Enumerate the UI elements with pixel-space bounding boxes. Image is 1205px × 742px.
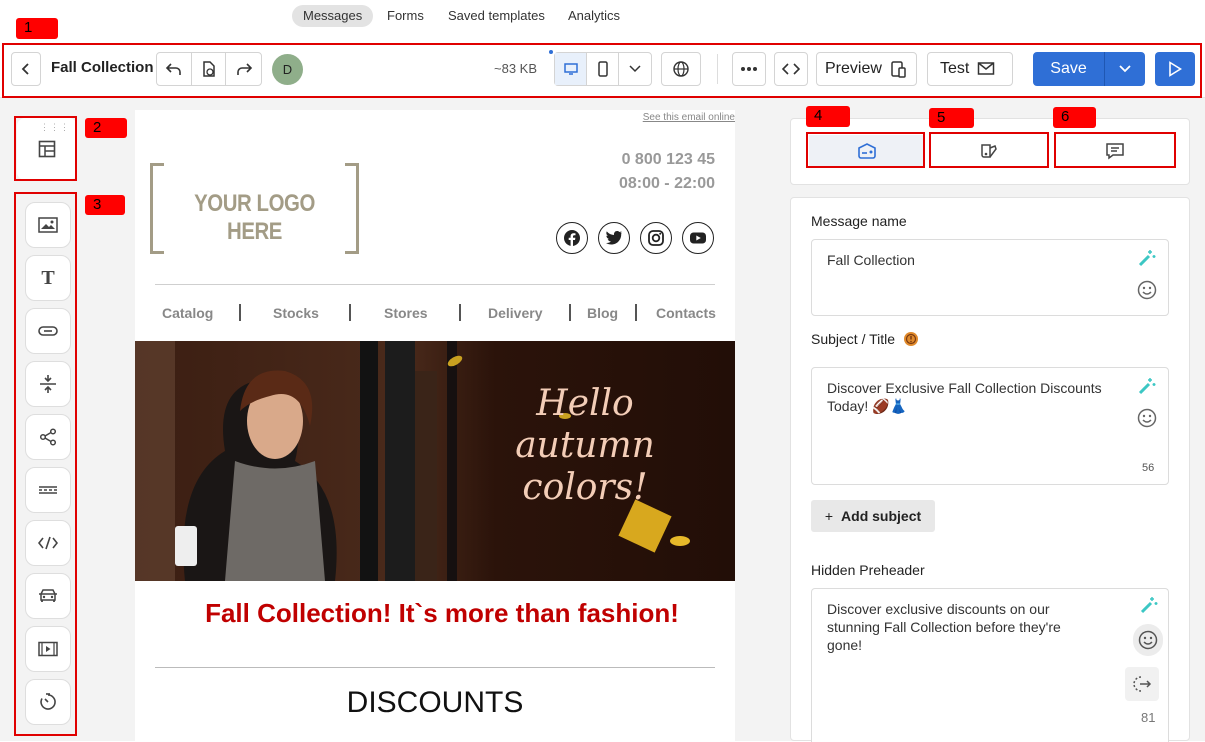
- preheader-input[interactable]: Discover exclusive discounts on our stun…: [811, 588, 1169, 742]
- hero-line-1: Hello: [536, 383, 634, 424]
- add-subject-label: Add subject: [841, 508, 922, 524]
- message-name-label: Message name: [811, 213, 907, 229]
- nav-saved-templates[interactable]: Saved templates: [437, 5, 556, 27]
- annotation-label-3: 3: [85, 195, 125, 215]
- subject-value: Discover Exclusive Fall Collection Disco…: [827, 380, 1102, 414]
- canvas-top-gutter: [135, 98, 735, 110]
- ai-magic-icon[interactable]: [1137, 376, 1157, 396]
- email-canvas[interactable]: See this email online YOUR LOGO HERE 0 8…: [135, 110, 735, 741]
- email-nav-catalog[interactable]: Catalog: [162, 305, 213, 321]
- logo-text: YOUR LOGO HERE: [194, 190, 315, 245]
- email-nav-delivery[interactable]: Delivery: [488, 305, 542, 321]
- instagram-icon: [648, 230, 664, 246]
- phone-number: 0 800 123 45: [621, 151, 715, 168]
- email-nav-blog[interactable]: Blog: [587, 305, 618, 321]
- canvas-gutter: [735, 98, 790, 741]
- ai-magic-icon[interactable]: [1139, 595, 1159, 615]
- message-settings-card: Message name Fall Collection Subject / T…: [790, 197, 1190, 742]
- emoji-icon: [1138, 630, 1158, 650]
- subject-input[interactable]: Discover Exclusive Fall Collection Disco…: [811, 367, 1169, 485]
- annotation-label-1: 1: [16, 18, 58, 39]
- annotation-label-4: 4: [806, 106, 850, 127]
- email-nav: Catalog Stocks Stores Delivery Blog Cont…: [155, 304, 716, 323]
- nav-separator: [239, 304, 241, 321]
- message-name-input[interactable]: Fall Collection: [811, 239, 1169, 316]
- working-hours: 08:00 - 22:00: [618, 175, 715, 192]
- annotation-box-2: [14, 116, 77, 181]
- nav-separator: [635, 304, 637, 321]
- hero-banner[interactable]: Hello autumn colors!: [135, 341, 735, 581]
- instagram-link[interactable]: [640, 222, 672, 254]
- header-divider: [155, 284, 715, 285]
- emoji-icon[interactable]: [1137, 408, 1157, 428]
- content-divider: [155, 667, 715, 668]
- email-nav-contacts[interactable]: Contacts: [656, 305, 716, 321]
- section-title[interactable]: DISCOUNTS: [135, 686, 735, 720]
- settings-panel: Message name Fall Collection Subject / T…: [790, 98, 1205, 742]
- nav-analytics[interactable]: Analytics: [557, 5, 631, 27]
- plus-icon: +: [824, 508, 834, 524]
- emoji-icon[interactable]: [1137, 280, 1157, 300]
- subject-label: Subject / Title: [811, 331, 896, 347]
- email-nav-stocks[interactable]: Stocks: [273, 305, 319, 321]
- preheader-label: Hidden Preheader: [811, 562, 925, 578]
- nav-separator: [569, 304, 571, 321]
- email-nav-stores[interactable]: Stores: [384, 305, 428, 321]
- twitter-icon: [606, 231, 622, 245]
- insert-variable-button[interactable]: [1125, 667, 1159, 701]
- top-nav: Messages Forms Saved templates Analytics: [0, 0, 1205, 34]
- nav-separator: [459, 304, 461, 321]
- nav-messages[interactable]: Messages: [292, 5, 374, 27]
- emoji-button[interactable]: [1133, 624, 1163, 656]
- add-subject-button[interactable]: + Add subject: [811, 500, 935, 532]
- hero-text: Hello autumn colors!: [495, 383, 675, 509]
- facebook-icon: [564, 230, 580, 246]
- annotation-label-5: 5: [929, 108, 974, 128]
- headline[interactable]: Fall Collection! It`s more than fashion!: [135, 598, 749, 629]
- preheader-char-count: 81: [1141, 710, 1156, 725]
- view-online-link[interactable]: See this email online: [643, 112, 735, 123]
- hero-line-2: autumn: [515, 425, 655, 466]
- ai-magic-icon[interactable]: [1137, 248, 1157, 268]
- facebook-link[interactable]: [556, 222, 588, 254]
- annotation-label-2: 2: [85, 118, 127, 138]
- annotation-box-5: [929, 132, 1049, 168]
- youtube-icon: [690, 232, 706, 244]
- nav-forms[interactable]: Forms: [376, 5, 435, 27]
- subject-char-count: 56: [1142, 462, 1155, 474]
- twitter-link[interactable]: [598, 222, 630, 254]
- dashed-arrow-icon: [1133, 676, 1152, 692]
- warning-icon[interactable]: [903, 331, 919, 347]
- preheader-value: Discover exclusive discounts on our stun…: [827, 601, 1061, 653]
- annotation-box-6: [1054, 132, 1176, 168]
- hero-line-3: colors!: [522, 467, 648, 508]
- youtube-link[interactable]: [682, 222, 714, 254]
- annotation-label-6: 6: [1053, 107, 1096, 128]
- annotation-box-1: [2, 43, 1202, 98]
- nav-separator: [349, 304, 351, 321]
- annotation-box-4: [806, 132, 925, 168]
- message-name-value: Fall Collection: [827, 252, 915, 268]
- annotation-box-3: [14, 192, 77, 736]
